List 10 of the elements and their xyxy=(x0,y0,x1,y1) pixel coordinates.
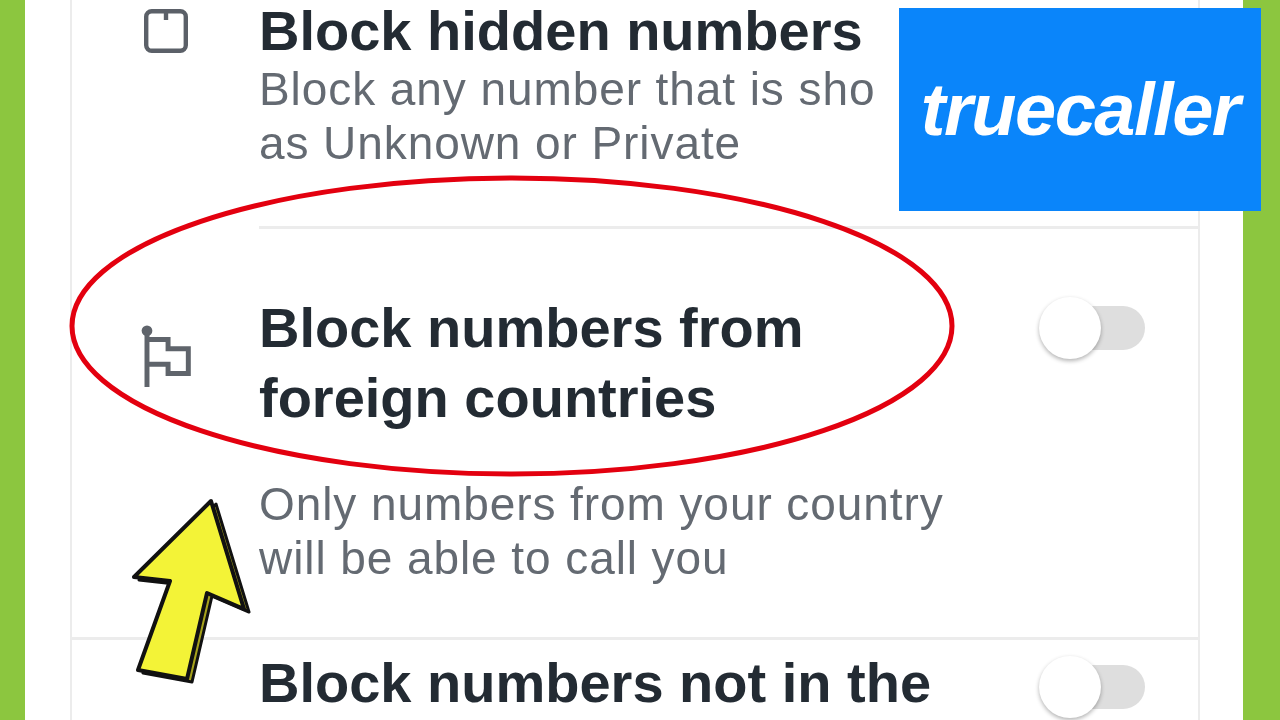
rounded-square-icon xyxy=(143,9,188,53)
logo: truecaller xyxy=(899,8,1261,211)
setting-description: Only numbers from your country will be able to call you xyxy=(259,477,944,585)
setting-title: Block hidden numbers xyxy=(259,0,863,62)
flag-icon xyxy=(140,325,191,387)
toggle-switch[interactable] xyxy=(1039,656,1147,718)
setting-title: Block numbers not in the xyxy=(259,652,932,714)
setting-title: Block numbers from foreign countries xyxy=(259,295,804,431)
toggle-switch[interactable] xyxy=(1039,297,1147,359)
setting-description: Block any number that is sho as Unknown or Private xyxy=(259,62,876,170)
